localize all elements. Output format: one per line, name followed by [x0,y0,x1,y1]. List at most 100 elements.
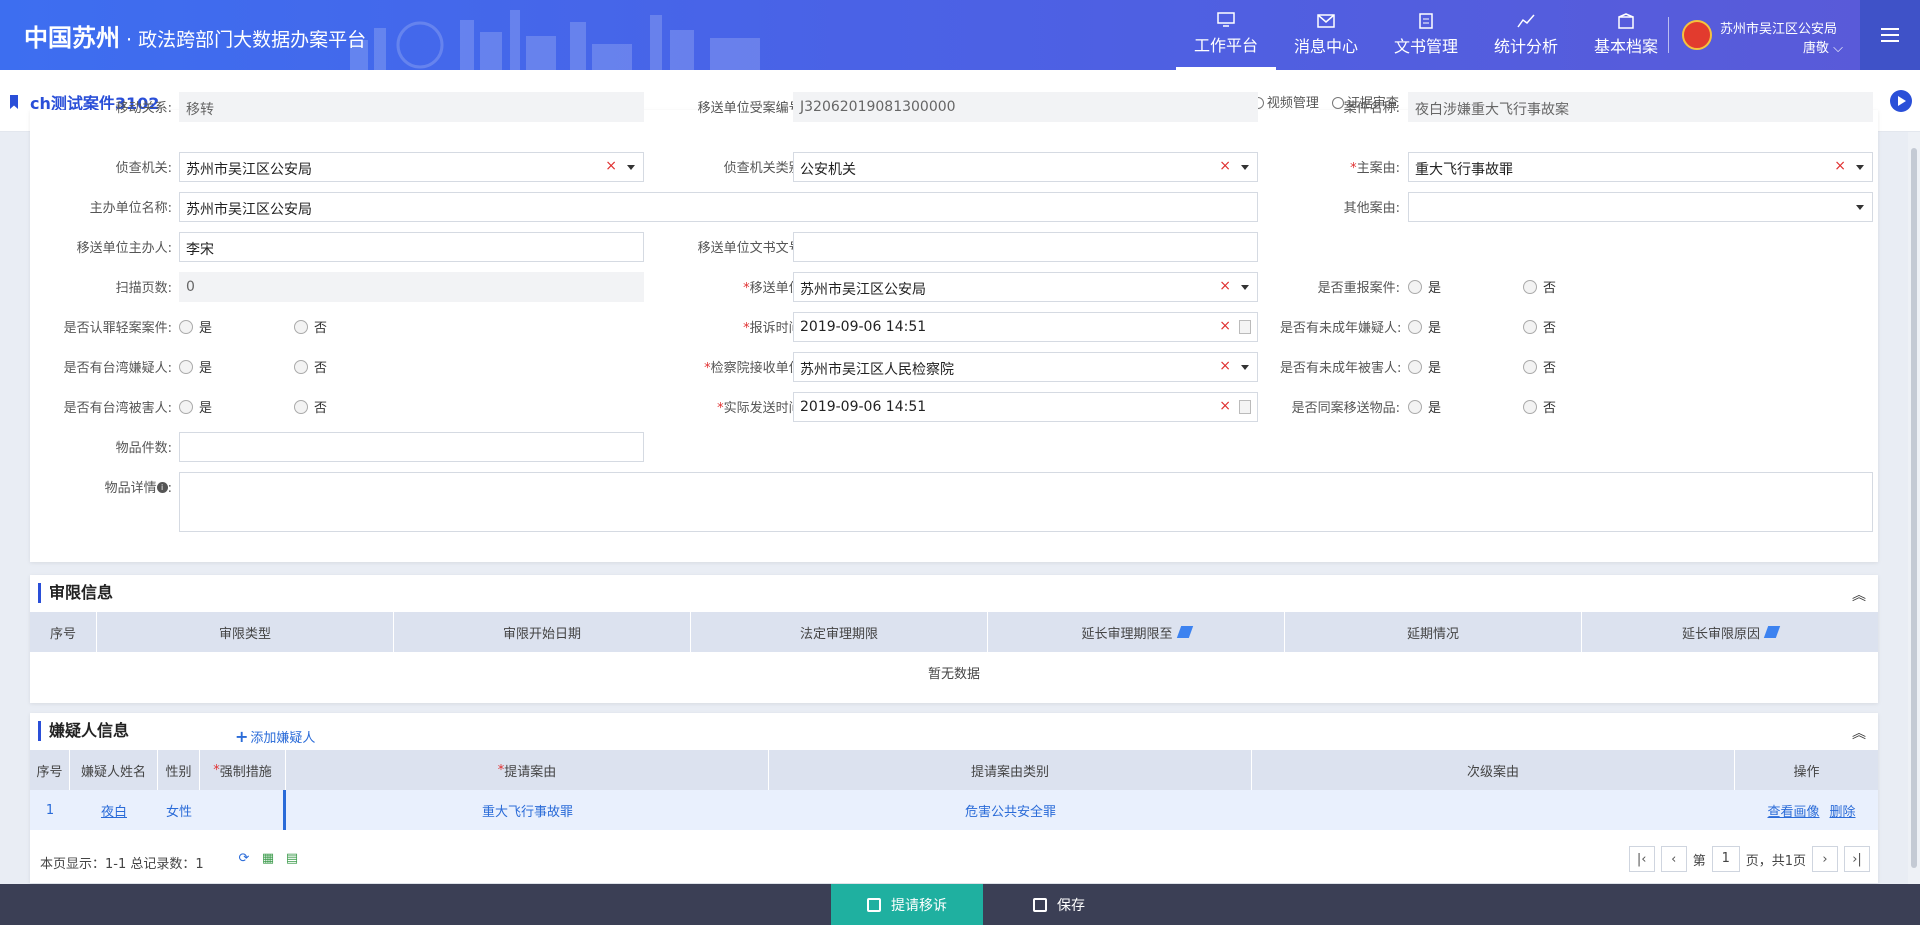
case-name-field: 夜白涉嫌重大飞行事故案 [1408,92,1873,122]
chevron-down-icon [1856,205,1864,210]
field-label: 移送单位主办人: [76,241,172,256]
pager-summary: 本页显示：1-1 总记录数：1 [40,857,204,872]
monitor-icon [1217,11,1235,27]
tw-suspect-yes-radio[interactable]: 是 [179,357,212,376]
measure-cell[interactable] [200,790,286,830]
nav-archives[interactable]: 基本档案 [1576,0,1676,70]
edit-icon [1176,626,1193,638]
hamburger-menu-button[interactable] [1860,0,1920,70]
nav-statistics[interactable]: 统计分析 [1476,0,1576,70]
tw-victim-yes-radio[interactable]: 是 [179,397,212,416]
sender-doc-number-field[interactable] [793,232,1258,262]
page-scrollbar[interactable] [1908,132,1920,884]
case-form: 移动关系: 移转 移送单位受案编号: J32062019081300000 案件… [30,92,1878,562]
bookmark-icon [10,95,18,109]
plea-yes-radio[interactable]: 是 [179,317,212,336]
minor-victim-yes-radio[interactable]: 是 [1408,357,1441,376]
last-page-button[interactable]: ›| [1844,846,1870,872]
minor-suspect-no-radio[interactable]: 否 [1523,317,1556,336]
user-organization: 苏州市吴江区公安局 [1720,22,1838,37]
field-label: 是否有未成年嫌疑人: [1280,321,1402,336]
agency-type-select[interactable]: 公安机关 × [793,152,1258,182]
other-charge-select[interactable] [1408,192,1873,222]
sender-unit-select[interactable]: 苏州市吴江区公安局 × [793,272,1258,302]
field-label: 侦查机关: [115,161,172,176]
column-header: 延长审理期限至 [988,612,1285,652]
review-limit-section: 审限信息 ︽ 序号 审限类型 审限开始日期 法定审理期限 延长审理期限至 延期情… [30,575,1878,703]
report-time-picker[interactable]: 2019-09-06 14:51 × [793,312,1258,342]
investigation-agency-select[interactable]: 苏州市吴江区公安局 × [179,152,644,182]
next-page-button[interactable]: › [1812,846,1838,872]
chevron-down-icon [1241,365,1249,370]
menu-icon [1881,34,1899,36]
clear-icon: × [1219,318,1231,334]
prev-page-button[interactable]: ‹ [1660,846,1687,872]
field-label: *检察院接收单位: [704,361,806,376]
column-header: 法定审理期限 [691,612,988,652]
clear-icon: × [1219,158,1231,174]
field-label: *移送单位: [743,281,806,296]
play-icon[interactable] [1890,90,1912,112]
archive-icon [1618,13,1634,29]
scrollbar-thumb[interactable] [1911,148,1917,868]
host-unit-field[interactable]: 苏州市吴江区公安局 [179,192,1258,222]
user-menu[interactable]: 唐敬 ⌵ [1803,37,1843,56]
plea-no-radio[interactable]: 否 [294,317,327,336]
field-label: 移送单位文书文号: [697,241,806,256]
excel-export-icon[interactable]: ▦ [260,851,276,867]
bottom-action-bar: 提请移诉 保存 [0,884,1920,925]
tw-victim-no-radio[interactable]: 否 [294,397,327,416]
row-number: 1 [45,802,55,818]
minor-suspect-yes-radio[interactable]: 是 [1408,317,1441,336]
collapse-icon[interactable]: ︽ [1852,585,1866,605]
tw-suspect-no-radio[interactable]: 否 [294,357,327,376]
submit-transfer-button[interactable]: 提请移诉 [831,884,983,925]
field-label: 其他案由: [1343,201,1400,216]
actions-cell: 查看画像 删除 [1735,790,1878,830]
field-label: *主案由: [1350,161,1400,176]
field-label: 移动关系: [115,101,172,116]
platform-logo: 中国苏州 · 政法跨部门大数据办案平台 [24,24,367,52]
procuratorate-select[interactable]: 苏州市吴江区人民检察院 × [793,352,1258,382]
clear-icon: × [605,158,617,174]
page-number-input[interactable]: 1 [1711,846,1740,872]
field-label: 是否同案移送物品: [1291,401,1400,416]
field-label: 是否有台湾嫌疑人: [63,361,172,376]
excel-import-icon[interactable]: ▤ [284,851,300,867]
add-suspect-button[interactable]: + 添加嫌疑人 [235,727,315,746]
view-portrait-link[interactable]: 查看画像 [1767,801,1819,820]
refresh-icon[interactable]: ⟳ [236,851,252,867]
submit-icon [867,897,881,912]
charge-category-cell: 危害公共安全罪 [964,804,1056,820]
nav-documents[interactable]: 文书管理 [1376,0,1476,70]
info-icon: i [156,482,168,493]
goods-count-field[interactable] [179,432,644,462]
actual-send-time-picker[interactable]: 2019-09-06 14:51 × [793,392,1258,422]
nav-label: 文书管理 [1393,37,1458,56]
save-button[interactable]: 保存 [983,884,1135,925]
minor-victim-no-radio[interactable]: 否 [1523,357,1556,376]
police-emblem-icon [1682,20,1712,50]
field-label: 侦查机关类别: [723,161,806,176]
gender-cell: 女性 [165,804,192,820]
goods-detail-textarea[interactable] [179,472,1873,532]
nav-workbench[interactable]: 工作平台 [1176,0,1276,70]
sender-host-field[interactable]: 李宋 [179,232,644,262]
first-page-button[interactable]: |‹ [1628,846,1655,872]
clear-icon: × [1219,278,1231,294]
field-label: 扫描页数: [115,281,172,296]
calendar-icon [1239,320,1251,334]
collapse-icon[interactable]: ︽ [1852,723,1866,743]
delete-link[interactable]: 删除 [1830,801,1856,820]
field-label: 移送单位受案编号: [697,101,806,116]
goods-transfer-no-radio[interactable]: 否 [1523,397,1556,416]
main-charge-select[interactable]: 重大飞行事故罪 × [1408,152,1873,182]
goods-transfer-yes-radio[interactable]: 是 [1408,397,1441,416]
suspect-name-link[interactable]: 夜白 [70,790,158,830]
scan-pages-field: 0 [179,272,644,302]
column-header: 序号 [30,612,97,652]
nav-messages[interactable]: 消息中心 [1276,0,1376,70]
plus-icon: + [235,727,249,746]
repeat-yes-radio[interactable]: 是 [1408,277,1441,296]
repeat-no-radio[interactable]: 否 [1523,277,1556,296]
